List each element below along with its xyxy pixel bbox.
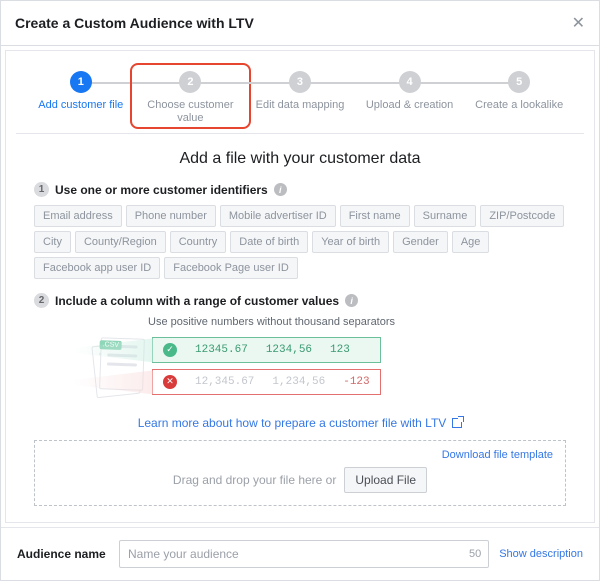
chip-fb-app-user-id[interactable]: Facebook app user ID [34, 257, 160, 279]
step-number: 3 [289, 71, 311, 93]
chip-dob[interactable]: Date of birth [230, 231, 308, 253]
content: Add a file with your customer data 1 Use… [16, 134, 584, 522]
stepper: 1 Add customer file 2 Choose customer va… [16, 57, 584, 134]
step-number: 2 [179, 71, 201, 93]
modal: Create a Custom Audience with LTV ✕ 1 Ad… [0, 0, 600, 581]
step-number: 1 [70, 71, 92, 93]
example-area: .CSV ✓ 12345.67 1234,56 123 ✕ 12,345.67 [94, 334, 381, 398]
audience-name-input[interactable] [119, 540, 489, 568]
dropzone-text: Drag and drop your file here or [173, 473, 336, 487]
step-label: Create a lookalike [475, 99, 563, 112]
info-icon[interactable]: i [274, 183, 287, 196]
audience-name-label: Audience name [17, 547, 109, 561]
check-icon: ✓ [163, 343, 177, 357]
step-choose-customer-value[interactable]: 2 Choose customer value [136, 71, 246, 125]
footer: Audience name 50 Show description [1, 527, 599, 580]
chip-email[interactable]: Email address [34, 205, 122, 227]
section-number: 1 [34, 182, 49, 197]
chip-first-name[interactable]: First name [340, 205, 410, 227]
modal-title: Create a Custom Audience with LTV [15, 15, 254, 31]
step-label: Upload & creation [366, 99, 453, 112]
example-value: 12,345.67 [195, 376, 254, 388]
learn-more-link[interactable]: Learn more about how to prepare a custom… [34, 416, 566, 430]
section-1-header: 1 Use one or more customer identifiers i [34, 182, 566, 197]
external-link-icon [452, 418, 462, 428]
chip-gender[interactable]: Gender [393, 231, 448, 253]
x-icon: ✕ [163, 375, 177, 389]
step-label: Edit data mapping [256, 99, 345, 112]
example-good-row: ✓ 12345.67 1234,56 123 [152, 337, 381, 363]
example-value: 12345.67 [195, 344, 248, 356]
chip-phone[interactable]: Phone number [126, 205, 216, 227]
section-2-header: 2 Include a column with a range of custo… [34, 293, 566, 308]
chip-surname[interactable]: Surname [414, 205, 477, 227]
example-value: -123 [343, 376, 369, 388]
section-number: 2 [34, 293, 49, 308]
step-create-lookalike[interactable]: 5 Create a lookalike [464, 71, 574, 112]
identifier-chips: Email address Phone number Mobile advert… [34, 205, 566, 279]
upload-file-button[interactable]: Upload File [344, 467, 427, 493]
chip-country[interactable]: Country [170, 231, 227, 253]
show-description-link[interactable]: Show description [499, 548, 583, 560]
step-upload-creation[interactable]: 4 Upload & creation [355, 71, 465, 112]
modal-header: Create a Custom Audience with LTV ✕ [1, 1, 599, 46]
step-number: 5 [508, 71, 530, 93]
step-add-customer-file[interactable]: 1 Add customer file [26, 71, 136, 112]
page-title: Add a file with your customer data [34, 150, 566, 168]
chip-mobile-advertiser-id[interactable]: Mobile advertiser ID [220, 205, 336, 227]
section-title: Use one or more customer identifiers [55, 183, 268, 197]
step-label: Add customer file [38, 99, 123, 112]
section-title: Include a column with a range of custome… [55, 294, 339, 308]
example-value: 1234,56 [266, 344, 312, 356]
file-dropzone[interactable]: Download file template Drag and drop you… [34, 440, 566, 506]
download-template-link[interactable]: Download file template [442, 449, 553, 461]
step-label: Choose customer value [145, 99, 235, 125]
chip-zip[interactable]: ZIP/Postcode [480, 205, 564, 227]
example-value: 123 [330, 344, 350, 356]
chip-yob[interactable]: Year of birth [312, 231, 389, 253]
chip-fb-page-user-id[interactable]: Facebook Page user ID [164, 257, 298, 279]
format-hint: Use positive numbers without thousand se… [148, 316, 395, 328]
info-icon[interactable]: i [345, 294, 358, 307]
chip-county-region[interactable]: County/Region [75, 231, 166, 253]
chip-city[interactable]: City [34, 231, 71, 253]
example-value: 1,234,56 [272, 376, 325, 388]
chip-age[interactable]: Age [452, 231, 490, 253]
step-number: 4 [399, 71, 421, 93]
example-bad-row: ✕ 12,345.67 1,234,56 -123 [152, 369, 381, 395]
step-edit-data-mapping[interactable]: 3 Edit data mapping [245, 71, 355, 112]
close-icon[interactable]: ✕ [572, 13, 585, 33]
char-counter: 50 [469, 548, 481, 560]
